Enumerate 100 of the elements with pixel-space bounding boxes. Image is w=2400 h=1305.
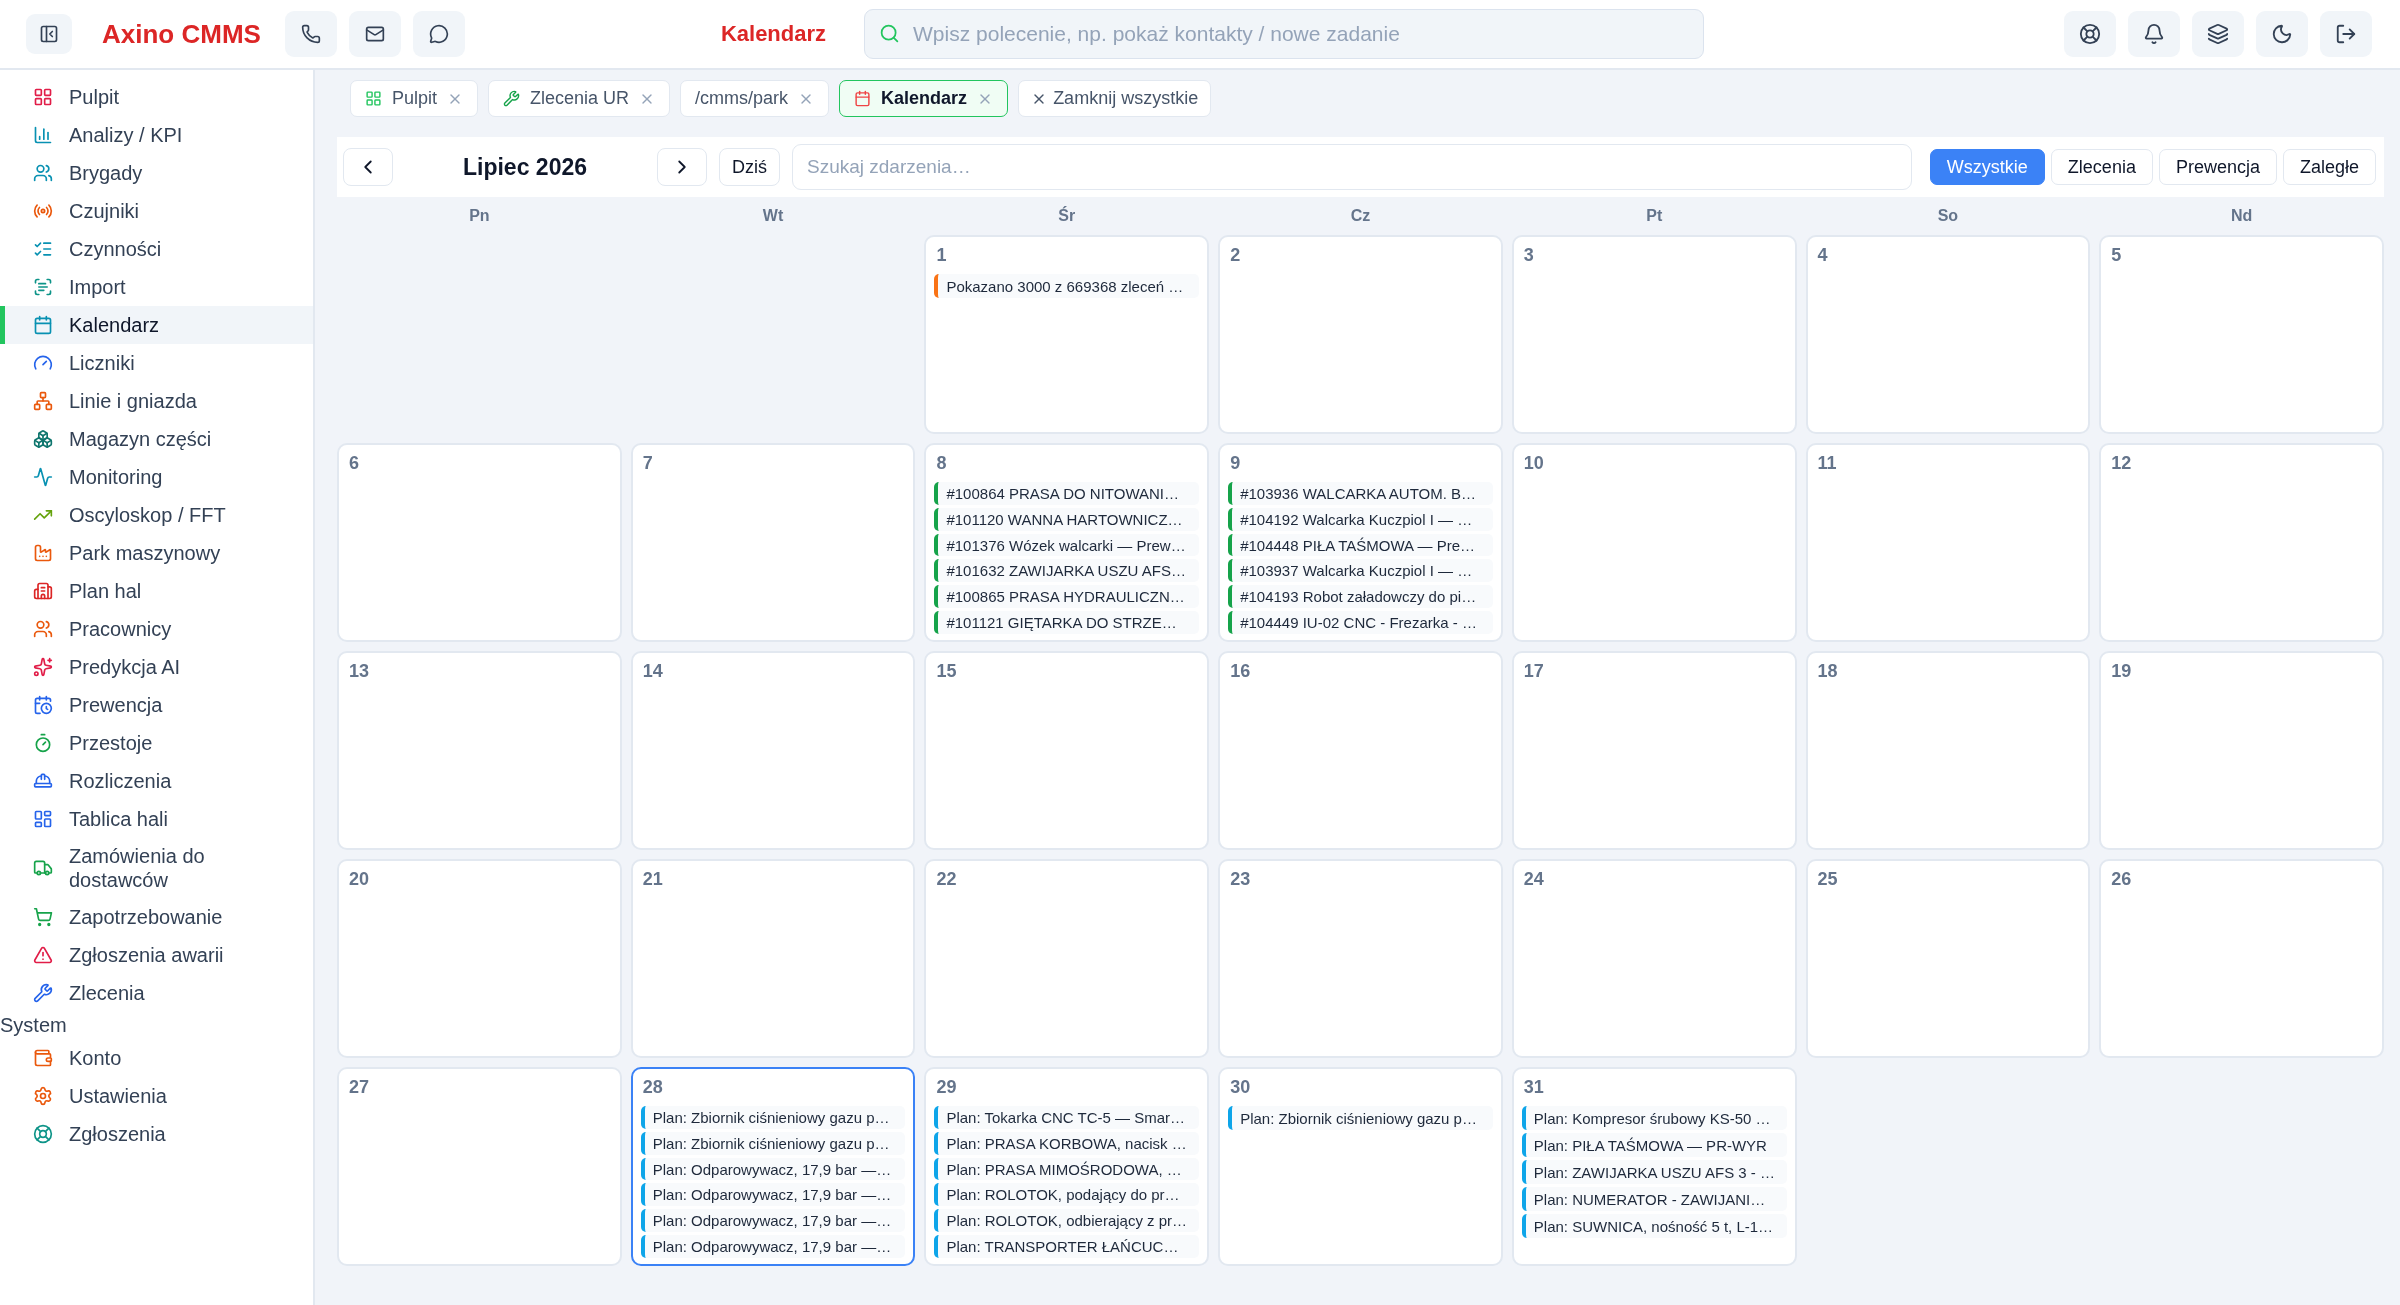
day-cell[interactable]: 24 (1511, 859, 1797, 1058)
command-search-field[interactable]: Wpisz polecenie, np. pokaż kontakty / nowe zadanie (864, 9, 1705, 59)
sidebar-item[interactable]: Linie i gniazda (0, 382, 313, 420)
sidebar-toggle-button[interactable] (26, 14, 72, 54)
day-cell[interactable]: 14 (630, 651, 916, 850)
sidebar-item[interactable]: Zamówienia do dostawców (0, 838, 313, 898)
sidebar-item[interactable]: Konto (0, 1039, 313, 1077)
calendar-event[interactable]: Plan: NUMERATOR - ZAWIJANI… (1521, 1187, 1787, 1211)
calendar-event[interactable]: #101121 GIĘTARKA DO STRZE… (934, 611, 1200, 634)
calendar-event[interactable]: Plan: PRASA KORBOWA, nacisk … (934, 1131, 1200, 1155)
dark-mode-button[interactable] (2256, 11, 2308, 57)
sidebar-item[interactable]: Zlecenia (0, 974, 313, 1012)
notifications-button[interactable] (2128, 11, 2180, 57)
day-cell[interactable]: 10 (1511, 443, 1797, 642)
day-cell[interactable]: 7 (630, 443, 916, 642)
day-cell[interactable]: 13 (337, 651, 622, 850)
day-cell[interactable]: 27 (337, 1067, 622, 1266)
sidebar-item[interactable]: Prewencja (0, 686, 313, 724)
sidebar-item[interactable]: Plan hal (0, 572, 313, 610)
tab[interactable]: Pulpit (350, 80, 479, 117)
filter-button[interactable]: Zlecenia (2050, 149, 2153, 185)
day-cell[interactable]: 16 (1218, 651, 1503, 850)
mail-button[interactable] (348, 11, 401, 57)
day-cell[interactable]: 25 (1805, 859, 2091, 1058)
filter-button[interactable]: Wszystkie (1929, 149, 2045, 185)
sidebar-item[interactable]: Pulpit (0, 78, 313, 116)
sidebar-item[interactable]: Zgłoszenia (0, 1115, 313, 1153)
calendar-event[interactable]: #100865 PRASA HYDRAULICZN… (934, 585, 1200, 609)
calendar-event[interactable]: #104448 PIŁA TAŚMOWA — Pre… (1228, 533, 1493, 557)
calendar-event[interactable]: Plan: PIŁA TAŚMOWA — PR-WYR (1521, 1133, 1787, 1157)
chat-button[interactable] (412, 11, 465, 57)
day-cell[interactable]: 2 (1218, 235, 1503, 434)
day-cell[interactable]: 30 Plan: Zbiornik ciśnieniowy gazu p… (1218, 1067, 1503, 1266)
calendar-event[interactable]: #103937 Walcarka Kuczpiol I — … (1228, 559, 1493, 583)
calendar-event[interactable]: Plan: Odparowywacz, 17,9 bar —… (640, 1209, 906, 1233)
sidebar-item[interactable]: Park maszynowy (0, 534, 313, 572)
day-cell[interactable]: 18 (1805, 651, 2091, 850)
calendar-event[interactable]: #100864 PRASA DO NITOWANI… (934, 482, 1200, 505)
day-cell[interactable]: 31 Plan: Kompresor śrubowy KS-50 … Plan: PIŁA TAŚMOWA — PR-WYR Plan: ZAWIJARKA USZU AFS 3 - … Plan: NUMERATOR - ZAWIJANI… Plan: SUWNICA, nośność 5 t, L-1… (1511, 1067, 1797, 1266)
calendar-event[interactable]: Plan: ZAWIJARKA USZU AFS 3 - … (1521, 1160, 1787, 1184)
sidebar-item[interactable]: Predykcja AI (0, 648, 313, 686)
calendar-event[interactable]: #104449 IU-02 CNC - Frezarka - … (1228, 611, 1493, 634)
calendar-event[interactable]: #104192 Walcarka Kuczpiol I — … (1228, 507, 1493, 531)
day-cell[interactable]: 20 (337, 859, 622, 1058)
calendar-event[interactable]: Pokazano 3000 z 669368 zleceń … (934, 274, 1200, 298)
day-cell[interactable]: 1 Pokazano 3000 z 669368 zleceń … (924, 235, 1210, 434)
day-cell[interactable]: 26 (2099, 859, 2384, 1058)
day-cell[interactable]: 9 #103936 WALCARKA AUTOM. B… #104192 Walcarka Kuczpiol I — … #104448 PIŁA TAŚMOWA — Pre… #103937 Walcarka Kuczpiol I — … #104193 Robot załadowczy do pi… #104449 IU-02 CNC - Frezarka - … (1218, 443, 1503, 642)
day-cell[interactable]: 6 (337, 443, 622, 642)
calendar-event[interactable]: Plan: Kompresor śrubowy KS-50 … (1521, 1106, 1787, 1130)
day-cell[interactable]: 23 (1218, 859, 1503, 1058)
day-cell[interactable]: 3 (1511, 235, 1797, 434)
filter-button[interactable]: Prewencja (2158, 149, 2277, 185)
sidebar-item[interactable]: Import (0, 268, 313, 306)
calendar-event[interactable]: Plan: Odparowywacz, 17,9 bar —… (640, 1183, 906, 1207)
calendar-event[interactable]: Plan: TRANSPORTER ŁAŃCUC… (934, 1235, 1200, 1258)
calendar-event[interactable]: Plan: PRASA MIMOŚRODOWA, … (934, 1157, 1200, 1181)
layers-button[interactable] (2192, 11, 2244, 57)
day-cell[interactable]: 12 (2099, 443, 2384, 642)
calendar-event[interactable]: Plan: Odparowywacz, 17,9 bar —… (640, 1235, 906, 1258)
sidebar-item[interactable]: Liczniki (0, 344, 313, 382)
calendar-event[interactable]: Plan: SUWNICA, nośność 5 t, L-1… (1521, 1214, 1787, 1238)
sidebar-item[interactable]: Zapotrzebowanie (0, 898, 313, 936)
calendar-event[interactable]: Plan: Zbiornik ciśnieniowy gazu p… (640, 1106, 906, 1129)
sidebar-item[interactable]: Czujniki (0, 192, 313, 230)
calendar-event[interactable]: #103936 WALCARKA AUTOM. B… (1228, 482, 1493, 505)
calendar-event[interactable]: Plan: Zbiornik ciśnieniowy gazu p… (1228, 1106, 1493, 1130)
day-cell[interactable]: 5 (2099, 235, 2384, 434)
tab[interactable]: Zlecenia UR (488, 80, 671, 117)
calendar-event[interactable]: Plan: Zbiornik ciśnieniowy gazu p… (640, 1131, 906, 1155)
sidebar-item[interactable]: Ustawienia (0, 1077, 313, 1115)
tab[interactable]: Kalendarz (839, 80, 1009, 117)
sidebar-item[interactable]: Magazyn części (0, 420, 313, 458)
filter-button[interactable]: Zaległe (2282, 149, 2376, 185)
day-cell[interactable]: 29 Plan: Tokarka CNC TC-5 — Smar… Plan: PRASA KORBOWA, nacisk … Plan: PRASA MIMOŚRODOWA, … Plan: ROLOTOK, podający do pr… Plan: ROLOTOK, odbierający z pr… Plan: TRANSPORTER ŁAŃCUC… (924, 1067, 1210, 1266)
sidebar-item[interactable]: Analizy / KPI (0, 116, 313, 154)
logout-button[interactable] (2320, 11, 2372, 57)
calendar-event[interactable]: Plan: ROLOTOK, odbierający z pr… (934, 1209, 1200, 1233)
sidebar-item[interactable]: Pracownicy (0, 610, 313, 648)
day-cell[interactable]: 11 (1805, 443, 2091, 642)
sidebar-item[interactable]: Brygady (0, 154, 313, 192)
day-cell[interactable]: 21 (630, 859, 916, 1058)
day-cell[interactable]: 15 (924, 651, 1210, 850)
calendar-event[interactable]: Plan: ROLOTOK, podający do pr… (934, 1183, 1200, 1207)
sidebar-item[interactable]: Rozliczenia (0, 762, 313, 800)
calendar-event[interactable]: Plan: Tokarka CNC TC-5 — Smar… (934, 1106, 1200, 1129)
calendar-event[interactable]: #101120 WANNA HARTOWNICZ… (934, 507, 1200, 531)
sidebar-item[interactable]: Tablica hali (0, 800, 313, 838)
sidebar-item[interactable]: Oscyloskop / FFT (0, 496, 313, 534)
sidebar-item[interactable]: Przestoje (0, 724, 313, 762)
sidebar-item[interactable]: Zgłoszenia awarii (0, 936, 313, 974)
sidebar-item[interactable]: Czynności (0, 230, 313, 268)
calendar-event[interactable]: #101376 Wózek walcarki — Prew… (934, 533, 1200, 557)
event-search-field[interactable]: Szukaj zdarzenia… (792, 144, 1912, 190)
day-cell[interactable]: 8 #100864 PRASA DO NITOWANI… #101120 WANNA HARTOWNICZ… #101376 Wózek walcarki — Prew… #101632 ZAWIJARKA USZU AFS… #100865 PRASA HYDRAULICZN… #101121 GIĘTARKA DO STRZE… (924, 443, 1210, 642)
sidebar-item[interactable]: Kalendarz (0, 306, 313, 344)
day-cell[interactable]: 4 (1805, 235, 2091, 434)
calendar-event[interactable]: #104193 Robot załadowczy do pi… (1228, 585, 1493, 609)
close-all-button[interactable]: Zamknij wszystkie (1018, 80, 1212, 117)
calendar-event[interactable]: #101632 ZAWIJARKA USZU AFS… (934, 559, 1200, 583)
